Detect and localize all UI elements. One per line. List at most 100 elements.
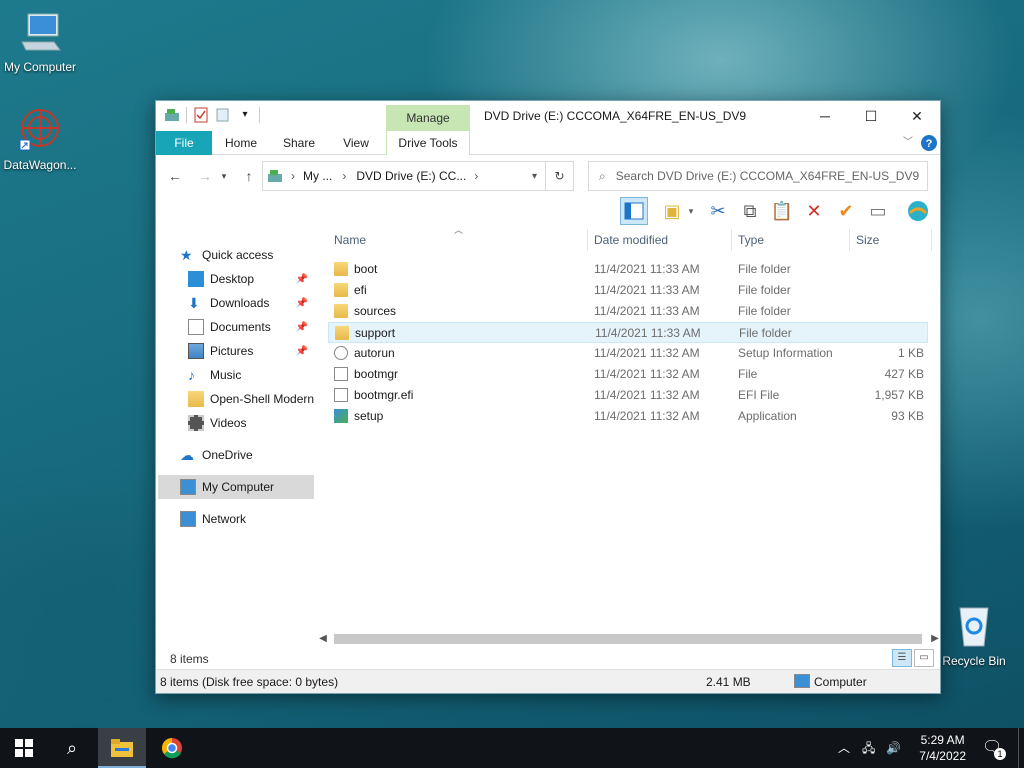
- pictures-icon: [188, 343, 204, 359]
- address-dropdown-icon[interactable]: ▾: [532, 171, 537, 182]
- nav-downloads[interactable]: ⬇ Downloads 📌: [188, 291, 312, 315]
- search-icon[interactable]: ⌕: [48, 728, 96, 768]
- search-icon: ⌕: [599, 168, 606, 183]
- file-row[interactable]: setup 11/4/2021 11:32 AM Application 93 …: [328, 406, 928, 427]
- nav-open-shell[interactable]: Open-Shell Modern: [188, 387, 316, 411]
- file-row[interactable]: autorun 11/4/2021 11:32 AM Setup Informa…: [328, 343, 928, 364]
- tab-file[interactable]: File: [156, 131, 212, 155]
- nav-onedrive[interactable]: ☁ OneDrive: [180, 443, 336, 467]
- chevron-right-icon[interactable]: ›: [474, 169, 478, 183]
- maximize-button[interactable]: ☐: [848, 101, 894, 131]
- nav-music[interactable]: ♪ Music: [188, 363, 312, 387]
- file-explorer-taskbar-icon[interactable]: [98, 728, 146, 768]
- close-button[interactable]: ✕: [894, 101, 940, 131]
- view-buttons: ☰ ▭: [892, 649, 934, 667]
- volume-icon[interactable]: 🔊: [886, 728, 901, 768]
- nav-pictures[interactable]: Pictures 📌: [188, 339, 312, 363]
- folder-icon: [334, 304, 348, 318]
- refresh-button[interactable]: ↻: [546, 161, 574, 191]
- nav-label: Videos: [210, 416, 247, 430]
- start-button[interactable]: [0, 728, 48, 768]
- drive-icon[interactable]: [164, 107, 180, 123]
- file-name: boot: [354, 262, 378, 276]
- expand-ribbon-icon[interactable]: ﹀: [900, 131, 916, 155]
- delete-icon[interactable]: ✕: [800, 197, 828, 225]
- back-button[interactable]: ←: [164, 165, 186, 187]
- file-date: 11/4/2021 11:33 AM: [595, 326, 701, 340]
- column-header-size[interactable]: Size: [850, 229, 932, 251]
- file-row[interactable]: boot 11/4/2021 11:33 AM File folder: [328, 259, 928, 280]
- show-desktop-button[interactable]: [1018, 728, 1024, 768]
- chevron-down-icon[interactable]: ▾: [684, 197, 698, 225]
- file-row[interactable]: support 11/4/2021 11:33 AM File folder: [328, 322, 928, 343]
- file-row[interactable]: sources 11/4/2021 11:33 AM File folder: [328, 301, 928, 322]
- tab-manage[interactable]: Manage: [386, 105, 470, 131]
- details-view-icon[interactable]: ☰: [892, 649, 912, 667]
- pin-icon[interactable]: 📌: [296, 274, 308, 285]
- up-button[interactable]: ↑: [238, 165, 260, 187]
- show-hidden-icons[interactable]: ︿: [838, 728, 850, 768]
- file-row[interactable]: bootmgr.efi 11/4/2021 11:32 AM EFI File …: [328, 385, 928, 406]
- clock[interactable]: 5:29 AM 7/4/2022: [919, 732, 966, 764]
- column-header-type[interactable]: Type: [732, 229, 850, 251]
- horizontal-scrollbar[interactable]: ◀ ▶: [316, 631, 942, 647]
- nav-videos[interactable]: Videos: [188, 411, 312, 435]
- desktop-icon-datawagon[interactable]: DataWagon...: [0, 106, 80, 172]
- file-row[interactable]: bootmgr 11/4/2021 11:32 AM File 427 KB: [328, 364, 928, 385]
- pin-icon[interactable]: 📌: [296, 322, 308, 333]
- breadcrumb-dvd-drive[interactable]: DVD Drive (E:) CC...: [356, 169, 466, 183]
- tab-share[interactable]: Share: [276, 131, 322, 155]
- desktop-icon-my-computer[interactable]: My Computer: [0, 8, 80, 74]
- desktop-icon-recycle-bin[interactable]: Recycle Bin: [934, 602, 1014, 668]
- chrome-taskbar-icon[interactable]: [148, 728, 196, 768]
- column-header-name[interactable]: Name: [328, 229, 588, 251]
- paste-icon[interactable]: 📋: [768, 197, 796, 225]
- new-folder-icon[interactable]: ▣: [658, 197, 686, 225]
- file-date: 11/4/2021 11:33 AM: [594, 304, 700, 318]
- file-explorer-window: ▾ Manage DVD Drive (E:) CCCOMA_X64FRE_EN…: [155, 100, 941, 694]
- scrollbar-thumb[interactable]: [334, 634, 922, 644]
- customize-qat-icon[interactable]: ▾: [237, 107, 253, 123]
- new-folder-icon[interactable]: [215, 107, 231, 123]
- search-box[interactable]: ⌕ Search DVD Drive (E:) CCCOMA_X64FRE_EN…: [588, 161, 928, 191]
- nav-network[interactable]: Network: [180, 507, 336, 531]
- column-header-date[interactable]: Date modified: [588, 229, 732, 251]
- pin-icon[interactable]: 📌: [296, 298, 308, 309]
- nav-desktop[interactable]: Desktop 📌: [188, 267, 312, 291]
- status-summary: 8 items (Disk free space: 0 bytes): [160, 675, 339, 689]
- tab-drive-tools[interactable]: Drive Tools: [386, 131, 470, 155]
- help-icon[interactable]: ?: [920, 131, 938, 155]
- properties-icon[interactable]: [193, 107, 209, 123]
- nav-label: OneDrive: [202, 448, 253, 462]
- nav-quick-access[interactable]: ★ Quick access: [180, 243, 336, 267]
- network-icon[interactable]: 🖧: [862, 728, 875, 768]
- tab-home[interactable]: Home: [218, 131, 264, 155]
- scroll-left-icon[interactable]: ◀: [316, 631, 330, 647]
- file-row[interactable]: efi 11/4/2021 11:33 AM File folder: [328, 280, 928, 301]
- recent-locations-button[interactable]: ▾: [218, 165, 230, 187]
- clock-time: 5:29 AM: [920, 733, 965, 747]
- navigation-pane-icon[interactable]: [620, 197, 648, 225]
- nav-documents[interactable]: Documents 📌: [188, 315, 312, 339]
- file-size: 1 KB: [897, 346, 924, 360]
- chevron-right-icon[interactable]: ›: [291, 169, 295, 183]
- address-bar[interactable]: › My ... › DVD Drive (E:) CC... › ▾: [262, 161, 546, 191]
- file-type: File folder: [738, 262, 791, 276]
- breadcrumb-my-computer[interactable]: My ...: [303, 169, 332, 183]
- minimize-button[interactable]: ─: [802, 101, 848, 131]
- folder-icon: [334, 283, 348, 297]
- forward-button[interactable]: →: [194, 165, 216, 187]
- tab-view[interactable]: View: [334, 131, 378, 155]
- rename-check-icon[interactable]: ✔: [832, 197, 860, 225]
- file-size: 427 KB: [884, 367, 924, 381]
- nav-my-computer[interactable]: My Computer: [158, 475, 314, 499]
- large-icons-view-icon[interactable]: ▭: [914, 649, 934, 667]
- properties-icon[interactable]: ▭: [864, 197, 892, 225]
- chevron-right-icon[interactable]: ›: [342, 169, 346, 183]
- globe-icon[interactable]: [904, 197, 932, 225]
- file-size: 93 KB: [891, 409, 924, 423]
- cut-icon[interactable]: ✂: [704, 197, 732, 225]
- scroll-right-icon[interactable]: ▶: [928, 631, 942, 647]
- pin-icon[interactable]: 📌: [296, 346, 308, 357]
- copy-icon[interactable]: ⧉: [736, 197, 764, 225]
